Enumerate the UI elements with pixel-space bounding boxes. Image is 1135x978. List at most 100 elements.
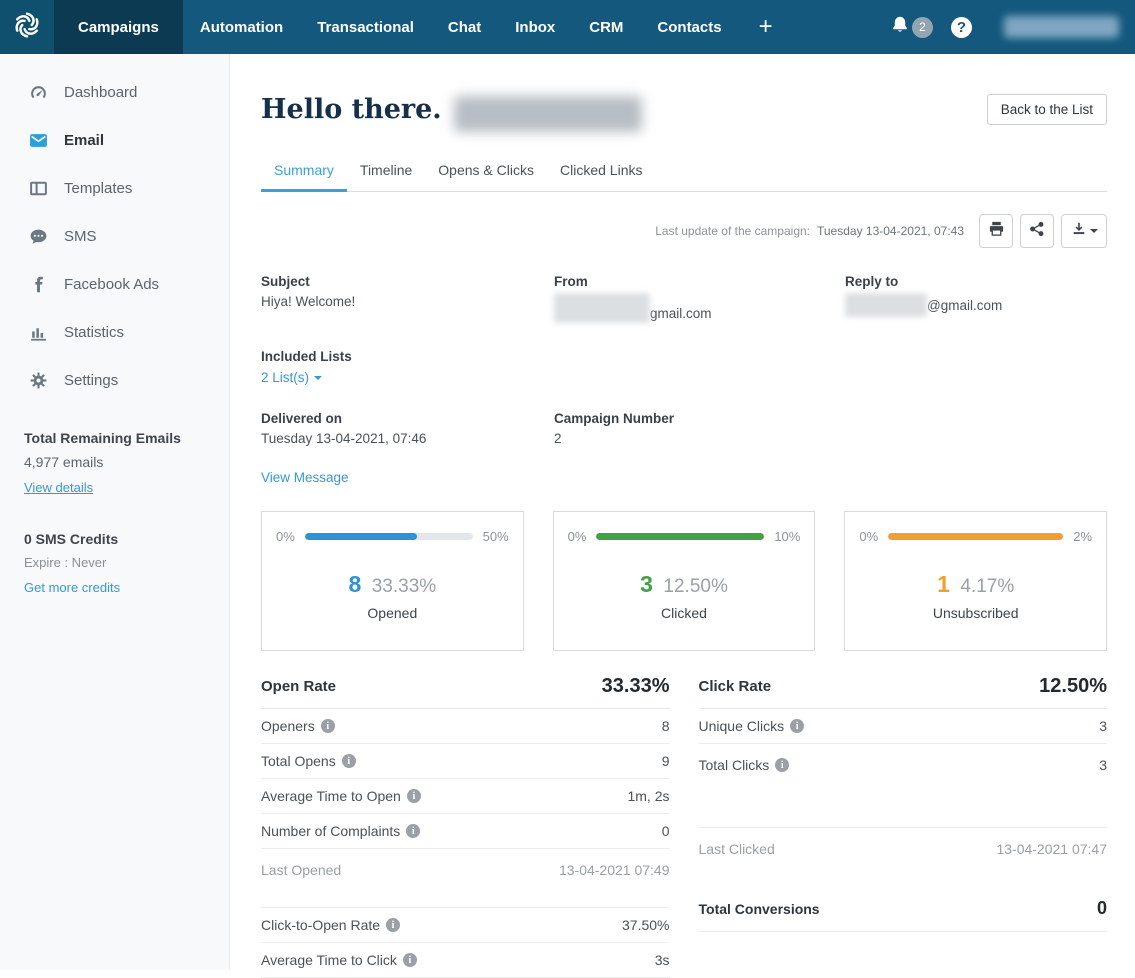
sidebar-item-dashboard[interactable]: Dashboard (0, 68, 229, 116)
row-label: Average Time to Open (261, 788, 401, 804)
nav-item-automation[interactable]: Automation (183, 0, 300, 54)
tab-clicked-links[interactable]: Clicked Links (547, 162, 655, 191)
clicked-card: 0% 10% 3 12.50% Clicked (553, 511, 816, 651)
nav-item-inbox[interactable]: Inbox (498, 0, 572, 54)
row-label: Last Clicked (699, 841, 775, 857)
nav-item-campaigns[interactable]: Campaigns (54, 0, 183, 54)
sidebar-item-email[interactable]: Email (0, 116, 229, 164)
print-button[interactable] (979, 214, 1013, 248)
row-value: 13-04-2021 07:47 (996, 841, 1107, 857)
tab-opens-clicks[interactable]: Opens & Clicks (425, 162, 547, 191)
notifications-button[interactable]: 2 (890, 15, 933, 40)
back-to-list-button[interactable]: Back to the List (987, 94, 1107, 125)
opened-progress-track (305, 533, 473, 540)
table-row-complaints: Number of Complaintsi 0 (261, 814, 670, 849)
opened-label: Opened (276, 605, 509, 621)
brand-logo[interactable] (0, 0, 54, 54)
from-domain: gmail.com (650, 306, 712, 321)
table-row-last-opened: Last Opened 13-04-2021 07:49 (261, 849, 670, 891)
remaining-emails-value: 4,977 emails (24, 454, 229, 470)
tab-summary[interactable]: Summary (261, 162, 347, 191)
unsubscribed-percent: 4.17% (960, 576, 1014, 597)
share-button[interactable] (1020, 214, 1054, 248)
sms-credits-expire: Expire : Never (24, 555, 229, 570)
sidebar-item-label: Statistics (64, 324, 124, 341)
sms-credits-block: 0 SMS Credits Expire : Never Get more cr… (24, 531, 229, 597)
campaign-number-label: Campaign Number (554, 411, 845, 426)
view-message-link[interactable]: View Message (261, 470, 349, 485)
unsubscribed-count: 1 (937, 571, 950, 597)
sidebar-item-sms[interactable]: SMS (0, 212, 229, 260)
download-button[interactable] (1061, 214, 1107, 248)
download-icon (1071, 221, 1087, 242)
sidebar-item-label: Templates (64, 180, 132, 197)
info-icon[interactable]: i (406, 824, 420, 838)
tab-timeline[interactable]: Timeline (347, 162, 425, 191)
help-button[interactable]: ? (951, 17, 972, 38)
nav-item-crm[interactable]: CRM (572, 0, 640, 54)
add-menu-button[interactable]: + (739, 0, 793, 54)
clicked-label: Clicked (568, 605, 801, 621)
nav-item-transactional[interactable]: Transactional (300, 0, 431, 54)
row-value: 0 (1097, 898, 1107, 919)
table-row-total-clicks: Total Clicks i 3 (699, 744, 1108, 786)
sidebar-item-templates[interactable]: Templates (0, 164, 229, 212)
nav-item-chat[interactable]: Chat (431, 0, 498, 54)
unsubscribed-label: Unsubscribed (859, 605, 1092, 621)
row-value: 37.50% (622, 917, 669, 933)
reply-domain: @gmail.com (927, 298, 1002, 313)
opened-percent: 33.33% (372, 576, 436, 597)
click-rate-value: 12.50% (1039, 675, 1107, 698)
row-label: Total Clicks (699, 757, 770, 773)
info-icon[interactable]: i (342, 754, 356, 768)
bell-icon (890, 15, 910, 40)
row-value: 9 (662, 753, 670, 769)
table-row-avg-time-open: Average Time to Open i 1m, 2s (261, 779, 670, 814)
facebook-icon (29, 275, 48, 294)
clicked-progress-track (596, 533, 764, 540)
open-rate-title: Open Rate (261, 678, 336, 698)
info-icon[interactable]: i (790, 719, 804, 733)
sidebar-item-statistics[interactable]: Statistics (0, 308, 229, 356)
info-icon[interactable]: i (407, 789, 421, 803)
bar-max-label: 2% (1073, 529, 1092, 544)
top-navbar: Campaigns Automation Transactional Chat … (0, 0, 1135, 54)
open-rate-table: Open Rate 33.33% Openersi 8 Total Opensi… (261, 675, 670, 978)
row-label: Average Time to Click (261, 952, 397, 968)
subject-field: Subject Hiya! Welcome! (261, 274, 554, 323)
bar-max-label: 50% (483, 529, 509, 544)
included-lists-value: 2 List(s) (261, 370, 309, 385)
info-icon[interactable]: i (386, 918, 400, 932)
reply-to-field: Reply to @gmail.com (845, 274, 1107, 323)
templates-layout-icon (29, 179, 48, 198)
main-content: Hello there. Back to the List Summary Ti… (230, 54, 1135, 970)
gear-icon (29, 371, 48, 390)
row-value: 3 (1099, 757, 1107, 773)
bar-max-label: 10% (774, 529, 800, 544)
nav-item-contacts[interactable]: Contacts (640, 0, 738, 54)
click-rate-table: Click Rate 12.50% Unique Clicksi 3 Total… (699, 675, 1108, 978)
printer-icon (988, 220, 1005, 242)
last-update-label: Last update of the campaign: (655, 224, 810, 238)
account-name-blurred[interactable] (1004, 16, 1119, 38)
from-address-blurred (554, 293, 650, 323)
sms-credits-title: 0 SMS Credits (24, 531, 229, 547)
info-icon[interactable]: i (403, 953, 417, 967)
sidebar: Dashboard Email Templates (0, 54, 230, 970)
bar-min-label: 0% (568, 529, 587, 544)
row-value: 1m, 2s (627, 788, 669, 804)
info-icon[interactable]: i (321, 719, 335, 733)
info-icon[interactable]: i (775, 758, 789, 772)
row-value: 13-04-2021 07:49 (559, 862, 670, 878)
notification-count-badge: 2 (912, 17, 933, 38)
sidebar-item-facebook-ads[interactable]: Facebook Ads (0, 260, 229, 308)
view-details-link[interactable]: View details (24, 480, 93, 495)
unsubscribed-progress-track (888, 533, 1063, 540)
subject-label: Subject (261, 274, 554, 289)
sidebar-item-label: Facebook Ads (64, 276, 159, 293)
sidebar-item-settings[interactable]: Settings (0, 356, 229, 404)
included-lists-dropdown[interactable]: 2 List(s) (261, 370, 322, 385)
email-envelope-icon (29, 131, 48, 150)
campaign-number-value: 2 (554, 431, 845, 446)
get-more-credits-link[interactable]: Get more credits (24, 580, 120, 595)
